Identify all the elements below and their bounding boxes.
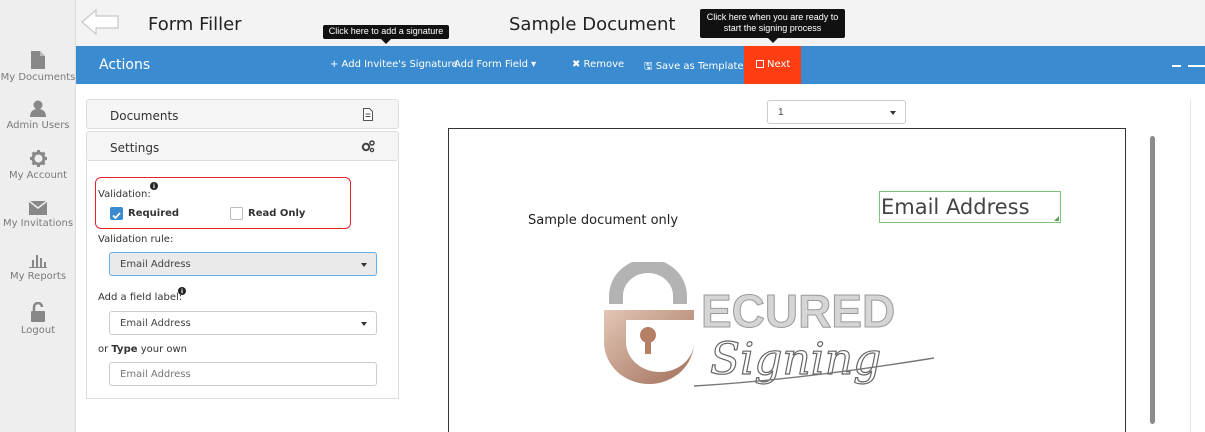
field-label-label: Add a field label: <box>98 292 183 303</box>
action-bar: Actions + Add Invitee's Signature Add Fo… <box>76 46 1205 84</box>
next-tooltip: Click here when you are ready to start t… <box>700 9 845 43</box>
envelope-icon <box>29 201 47 215</box>
field-label-select[interactable]: Email Address <box>109 311 377 335</box>
sidebar-item-my-invitations[interactable]: My Invitations <box>0 201 76 229</box>
unlock-icon <box>31 302 45 322</box>
top-bar: Form Filler Sample Document Click here t… <box>76 0 1205 46</box>
sidebar-item-label: My Documents <box>0 72 76 83</box>
documents-panel-header[interactable]: Documents <box>86 99 399 129</box>
save-as-template-button[interactable]: 🖫 Save as Template <box>644 59 744 76</box>
next-label: Next <box>767 59 791 70</box>
sidebar-item-logout[interactable]: Logout <box>0 302 76 336</box>
validation-highlight <box>95 177 351 229</box>
validation-rule-value: Email Address <box>120 259 191 270</box>
field-label-value: Email Address <box>120 318 191 329</box>
sidebar-item-label: Admin Users <box>6 120 70 131</box>
actions-title: Actions <box>99 57 151 73</box>
settings-panel-header[interactable]: Settings <box>86 131 399 161</box>
page-number-select[interactable]: 1 <box>767 100 906 124</box>
document-scrollbar[interactable] <box>1150 136 1155 424</box>
add-form-field-button[interactable]: Add Form Field ▾ <box>454 59 536 70</box>
email-field-text: Email Address <box>881 195 1030 219</box>
email-address-form-field[interactable]: Email Address <box>879 191 1061 223</box>
collapse-bar <box>1188 65 1205 67</box>
sidebar-item-label: My Account <box>8 170 68 181</box>
sidebar-item-my-account[interactable]: My Account <box>0 150 76 181</box>
viewer-divider <box>1190 100 1191 432</box>
chevron-down-icon <box>361 322 367 326</box>
remove-button[interactable]: ✖ Remove <box>572 59 624 70</box>
chevron-down-icon <box>890 111 896 115</box>
gear-icon <box>29 150 47 167</box>
validation-rule-label: Validation rule: <box>98 234 174 245</box>
documents-title: Documents <box>110 109 179 123</box>
read-only-label: Read Only <box>248 208 306 219</box>
file-icon <box>363 108 373 121</box>
back-arrow-icon[interactable] <box>80 8 120 36</box>
validation-label: Validation: <box>98 189 151 200</box>
document-title: Sample Document <box>509 14 676 35</box>
user-icon <box>30 100 46 117</box>
page-number-value: 1 <box>778 107 784 118</box>
sample-document-text: Sample document only <box>528 213 679 228</box>
cogs-icon <box>361 140 375 153</box>
document-icon <box>31 51 45 69</box>
validation-rule-select[interactable]: Email Address <box>109 252 377 276</box>
sidebar-item-my-documents[interactable]: My Documents <box>0 51 76 83</box>
custom-label-placeholder: Email Address <box>120 369 191 380</box>
add-invitee-signature-button[interactable]: + Add Invitee's Signature <box>330 59 458 70</box>
sidebar: My Documents Admin Users My Account My I… <box>0 0 76 432</box>
sidebar-item-label: Logout <box>20 325 56 336</box>
logo-text-secured: ECURED <box>701 285 895 337</box>
sidebar-item-label: My Reports <box>9 271 67 282</box>
settings-title: Settings <box>110 141 160 155</box>
next-button[interactable]: Next <box>744 46 801 84</box>
sidebar-item-label: My Invitations <box>2 218 74 229</box>
next-icon <box>756 60 764 68</box>
secured-signing-logo: ECURED Signing <box>604 262 935 387</box>
read-only-checkbox[interactable] <box>230 207 243 220</box>
collapse-icon[interactable] <box>1172 65 1181 67</box>
required-label: Required <box>128 208 180 219</box>
custom-label-input[interactable]: Email Address <box>109 362 377 386</box>
bar-chart-icon <box>29 255 47 268</box>
check-icon <box>112 212 121 220</box>
signature-tooltip: Click here to add a signature <box>323 25 449 44</box>
info-icon <box>150 182 158 190</box>
sidebar-item-admin-users[interactable]: Admin Users <box>0 100 76 131</box>
app-title: Form Filler <box>148 14 242 35</box>
required-checkbox[interactable] <box>110 207 123 220</box>
sidebar-item-my-reports[interactable]: My Reports <box>0 252 76 282</box>
resize-handle-icon[interactable] <box>1054 216 1059 221</box>
info-icon <box>178 287 186 295</box>
chevron-down-icon <box>361 263 367 267</box>
type-your-own-label: or Type your own <box>98 344 187 355</box>
